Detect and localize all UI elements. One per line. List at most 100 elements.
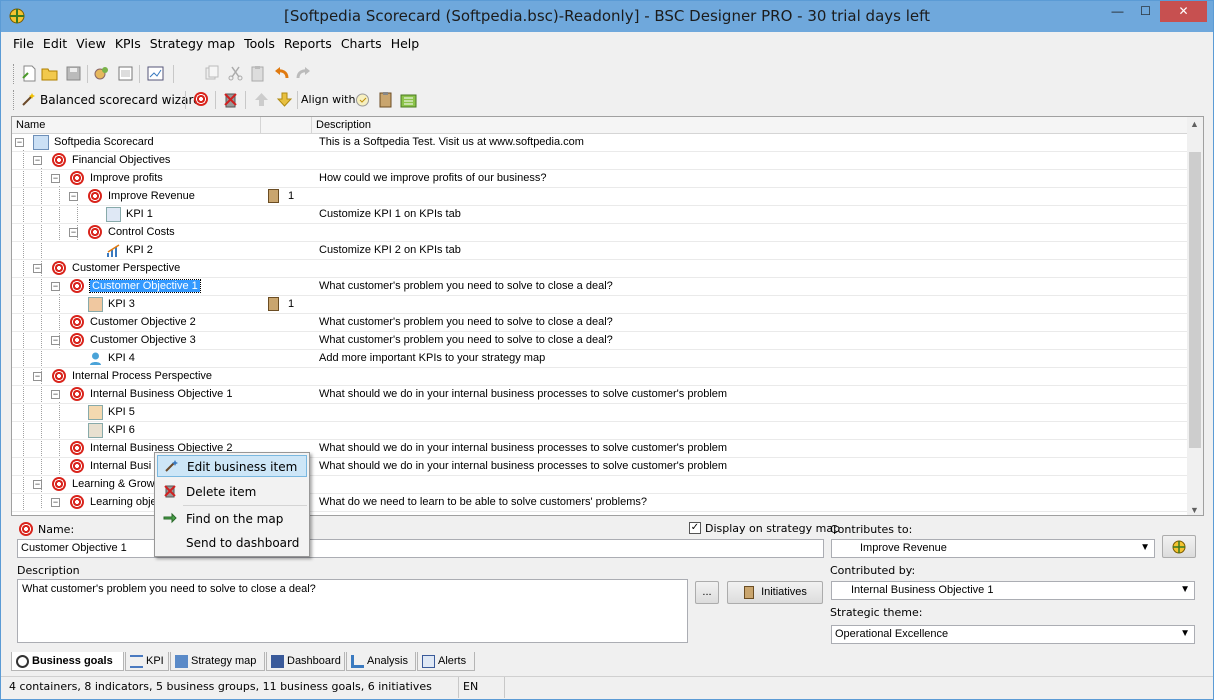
context-find-on-map[interactable]: Find on the map xyxy=(157,508,307,530)
tree-row[interactable]: − Financial Objectives xyxy=(12,152,1188,170)
tree-item-name[interactable]: Internal Process Perspective xyxy=(72,370,212,382)
description-field[interactable]: What customer's problem you need to solv… xyxy=(17,579,688,643)
more-button[interactable]: ... xyxy=(695,581,719,604)
scrollbar-thumb[interactable] xyxy=(1189,152,1201,448)
dropdown-arrow-icon[interactable]: ▼ xyxy=(1140,542,1150,553)
minimize-button[interactable]: — xyxy=(1104,1,1131,22)
initiative-icon[interactable] xyxy=(268,189,279,203)
chart-icon[interactable] xyxy=(147,65,164,82)
tree-item-name[interactable]: Improve Revenue xyxy=(108,190,195,202)
window-icon[interactable] xyxy=(117,65,134,82)
tree-item-name[interactable]: Internal Business Objective 1 xyxy=(90,388,232,400)
close-button[interactable]: ✕ xyxy=(1160,1,1207,22)
dropdown-arrow-icon[interactable]: ▼ xyxy=(1180,628,1190,639)
menu-charts[interactable]: Charts xyxy=(341,36,382,51)
strategic-theme-select[interactable]: Operational Excellence ▼ xyxy=(831,625,1195,644)
tree-row[interactable]: − Control Costs xyxy=(12,224,1188,242)
undo-icon[interactable] xyxy=(273,65,290,82)
maximize-button[interactable]: ☐ xyxy=(1132,1,1159,22)
menu-tools[interactable]: Tools xyxy=(244,36,275,51)
open-folder-icon[interactable] xyxy=(41,65,58,82)
align-kpi-icon[interactable] xyxy=(400,91,417,108)
move-up-icon[interactable] xyxy=(253,91,270,108)
tree-row[interactable]: KPI 2 Customize KPI 2 on KPIs tab xyxy=(12,242,1188,260)
tab-analysis[interactable]: Analysis xyxy=(346,652,416,671)
context-delete-item[interactable]: Delete item xyxy=(157,481,307,503)
tree-item-name[interactable]: Learning obje xyxy=(90,496,157,508)
contributes-to-select[interactable]: Improve Revenue ▼ xyxy=(831,539,1155,558)
tab-dashboard[interactable]: Dashboard xyxy=(266,652,345,671)
tree-row[interactable]: − Internal Process Perspective xyxy=(12,368,1188,386)
save-icon[interactable] xyxy=(65,65,82,82)
column-description-header[interactable]: Description xyxy=(312,117,1189,134)
new-file-icon[interactable] xyxy=(21,65,38,82)
tab-kpi[interactable]: KPI xyxy=(125,652,169,671)
tree-row[interactable]: − Internal Business Objective 1 What sho… xyxy=(12,386,1188,404)
tree-row[interactable]: KPI 3 1 xyxy=(12,296,1188,314)
dropdown-arrow-icon[interactable]: ▼ xyxy=(1180,584,1190,595)
tree-row[interactable]: KPI 4 Add more important KPIs to your st… xyxy=(12,350,1188,368)
column-name-header[interactable]: Name xyxy=(12,117,261,134)
menu-edit[interactable]: Edit xyxy=(43,36,67,51)
tree-item-name[interactable]: Internal Busi xyxy=(90,460,151,472)
menu-strategy-map[interactable]: Strategy map xyxy=(150,36,235,51)
move-down-icon[interactable] xyxy=(276,91,293,108)
tree-row[interactable]: KPI 1 Customize KPI 1 on KPIs tab xyxy=(12,206,1188,224)
menu-kpis[interactable]: KPIs xyxy=(115,36,141,51)
tree-item-name[interactable]: Customer Objective 2 xyxy=(90,316,196,328)
tree-item-name[interactable]: KPI 6 xyxy=(108,424,135,436)
initiatives-button[interactable]: Initiatives xyxy=(727,581,823,604)
delete-item-icon[interactable] xyxy=(222,91,239,108)
paste-icon[interactable] xyxy=(249,65,266,82)
tree-item-name[interactable]: KPI 5 xyxy=(108,406,135,418)
tree-item-name-selected[interactable]: Customer Objective 1 xyxy=(89,279,201,293)
tree-item-name[interactable]: KPI 4 xyxy=(108,352,135,364)
initiative-icon[interactable] xyxy=(268,297,279,311)
scroll-up-icon[interactable]: ▲ xyxy=(1190,119,1199,129)
align-initiative-icon[interactable] xyxy=(377,91,394,108)
toolbar-grip[interactable] xyxy=(13,90,16,110)
tree-item-name[interactable]: KPI 1 xyxy=(126,208,153,220)
tree-row[interactable]: − Improve profits How could we improve p… xyxy=(12,170,1188,188)
menu-view[interactable]: View xyxy=(76,36,106,51)
tree-item-name[interactable]: KPI 2 xyxy=(126,244,153,256)
edit-contribution-button[interactable] xyxy=(1162,535,1196,558)
menu-reports[interactable]: Reports xyxy=(284,36,332,51)
align-goal-icon[interactable] xyxy=(354,91,371,108)
menu-help[interactable]: Help xyxy=(391,36,420,51)
tree-item-name[interactable]: Financial Objectives xyxy=(72,154,170,166)
tree-row[interactable]: − Improve Revenue 1 xyxy=(12,188,1188,206)
copy-icon[interactable] xyxy=(203,65,220,82)
tree-item-name[interactable]: Learning & Growt xyxy=(72,478,158,490)
tree-item-name[interactable]: Control Costs xyxy=(108,226,175,238)
tree-item-name[interactable]: Improve profits xyxy=(90,172,163,184)
tree-item-name[interactable]: Softpedia Scorecard xyxy=(54,136,154,148)
name-field[interactable]: Customer Objective 1 xyxy=(17,539,824,558)
redo-icon[interactable] xyxy=(295,65,312,82)
scorecard-wizard-button[interactable]: Balanced scorecard wizard xyxy=(40,93,201,107)
display-on-map-checkbox[interactable]: ✓ xyxy=(689,522,701,534)
tree-row[interactable]: − Customer Objective 3 What customer's p… xyxy=(12,332,1188,350)
toolbar-grip[interactable] xyxy=(13,64,16,84)
context-send-to-dashboard[interactable]: Send to dashboard xyxy=(157,532,307,554)
add-goal-icon[interactable] xyxy=(194,92,208,106)
scroll-down-icon[interactable]: ▼ xyxy=(1190,505,1199,515)
contributed-by-select[interactable]: Internal Business Objective 1 ▼ xyxy=(831,581,1195,600)
tree-row[interactable]: KPI 5 xyxy=(12,404,1188,422)
tree-item-name[interactable]: KPI 3 xyxy=(108,298,135,310)
menu-file[interactable]: File xyxy=(13,36,34,51)
tree-row[interactable]: − Customer Objective 1 What customer's p… xyxy=(12,278,1188,296)
tab-strategy-map[interactable]: Strategy map xyxy=(170,652,265,671)
tree-scrollbar[interactable]: ▲ ▼ xyxy=(1187,117,1203,515)
tree-item-name[interactable]: Customer Objective 3 xyxy=(90,334,196,346)
tree-row[interactable]: − Softpedia Scorecard This is a Softpedi… xyxy=(12,134,1188,152)
tree-row[interactable]: − Customer Perspective xyxy=(12,260,1188,278)
tab-business-goals[interactable]: Business goals xyxy=(11,652,124,671)
context-edit-business-item[interactable]: Edit business item xyxy=(157,455,307,477)
cut-icon[interactable] xyxy=(227,65,244,82)
properties-icon[interactable] xyxy=(93,65,110,82)
tab-alerts[interactable]: Alerts xyxy=(417,652,475,671)
tree-row[interactable]: Customer Objective 2 What customer's pro… xyxy=(12,314,1188,332)
tree-item-name[interactable]: Customer Perspective xyxy=(72,262,180,274)
column-initiatives-header[interactable] xyxy=(261,117,312,134)
